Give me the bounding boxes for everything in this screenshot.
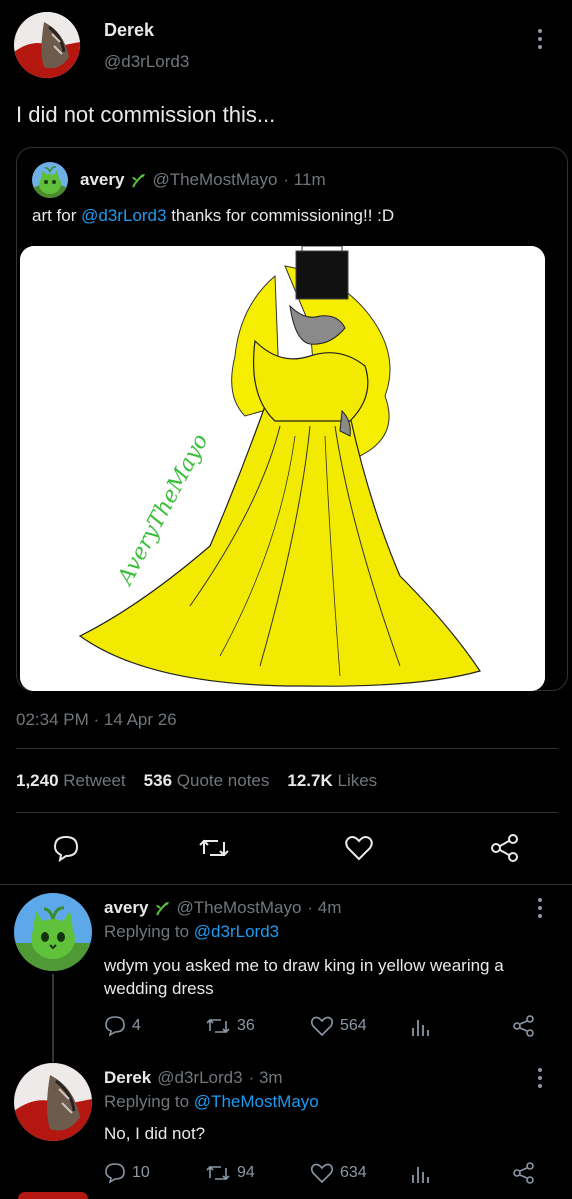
reply1-like-count: 564: [340, 1017, 367, 1034]
reply2-reply-button[interactable]: 10: [104, 1162, 150, 1184]
reply2-share-icon[interactable]: [512, 1162, 536, 1184]
reply2-text: No, I did not?: [104, 1124, 206, 1143]
sprout-icon: [130, 172, 146, 188]
reply1-more-options-icon[interactable]: [536, 898, 544, 918]
likes-stat[interactable]: 12.7K Likes: [287, 771, 377, 791]
reply1-replying-to: Replying to @d3rLord3: [104, 922, 280, 941]
reply1-time: · 4m: [307, 898, 342, 917]
quoted-mention-link[interactable]: @d3rLord3: [81, 206, 166, 225]
reply1-share-icon[interactable]: [512, 1015, 536, 1037]
reply1-retweet-button[interactable]: 36: [205, 1015, 255, 1037]
reply-icon[interactable]: [52, 834, 80, 862]
reply1-text: wdym you asked me to draw king in yellow…: [104, 956, 504, 998]
next-reply-avatar-partial: [18, 1192, 88, 1199]
author-name[interactable]: Derek: [104, 20, 154, 41]
reply1-like-button[interactable]: 564: [310, 1015, 367, 1037]
reply1-retweet-count: 36: [237, 1017, 255, 1034]
reply2-avatar[interactable]: [14, 1063, 92, 1141]
reply1-author-handle[interactable]: @TheMostMayo: [176, 898, 301, 918]
tweet-timestamp: 02:34 PM · 14 Apr 26: [16, 710, 177, 729]
reply2-author-name[interactable]: Derek: [104, 1068, 151, 1088]
reply2-retweet-count: 94: [237, 1164, 255, 1181]
reply2-more-options-icon[interactable]: [536, 1068, 544, 1088]
reply2-time: · 3m: [248, 1068, 283, 1087]
tweet-stats: 1,240 Retweet 536 Quote notes 12.7K Like…: [16, 771, 377, 791]
quoted-text-after: thanks for commissioning!! :D: [171, 206, 395, 225]
reply1-author-name[interactable]: avery: [104, 898, 148, 918]
reply2-replying-to: Replying to @TheMostMayo: [104, 1092, 319, 1111]
reply2-analytics-icon[interactable]: [410, 1163, 430, 1185]
reply2-like-button[interactable]: 634: [310, 1162, 367, 1184]
like-icon[interactable]: [344, 834, 374, 862]
reply2-replying-to-link[interactable]: @TheMostMayo: [194, 1092, 319, 1111]
quotes-stat[interactable]: 536 Quote notes: [144, 771, 270, 791]
reply2-like-count: 634: [340, 1164, 367, 1181]
share-icon[interactable]: [490, 834, 520, 862]
author-avatar[interactable]: [14, 12, 80, 78]
quoted-text: art for @d3rLord3 thanks for commissioni…: [32, 206, 394, 226]
retweets-stat[interactable]: 1,240 Retweet: [16, 771, 126, 791]
reply1-reply-button[interactable]: 4: [104, 1015, 141, 1037]
author-handle[interactable]: @d3rLord3: [104, 52, 189, 72]
sprout-icon: [154, 900, 170, 916]
avatar-art: [14, 12, 80, 78]
quoted-author-name: avery: [80, 170, 125, 189]
reply1-analytics-icon[interactable]: [410, 1016, 430, 1038]
thread-line: [52, 974, 54, 1062]
reply2-retweet-button[interactable]: 94: [205, 1162, 255, 1184]
quoted-time: · 11m: [283, 170, 326, 189]
reply1-replying-to-link[interactable]: @d3rLord3: [194, 922, 279, 941]
quoted-author-avatar: [32, 162, 68, 198]
quoted-author-handle: @TheMostMayo: [152, 170, 278, 189]
retweet-icon[interactable]: [198, 834, 230, 862]
quoted-text-before: art for: [32, 206, 77, 225]
reply2-reply-count: 10: [132, 1164, 150, 1181]
tweet-text: I did not commission this...: [16, 102, 276, 127]
reply1-reply-count: 4: [132, 1017, 141, 1034]
reply1-avatar[interactable]: [14, 893, 92, 971]
artwork-image[interactable]: AveryTheMayo: [20, 246, 545, 691]
more-options-icon[interactable]: [536, 29, 544, 49]
reply2-author-handle[interactable]: @d3rLord3: [157, 1068, 242, 1088]
